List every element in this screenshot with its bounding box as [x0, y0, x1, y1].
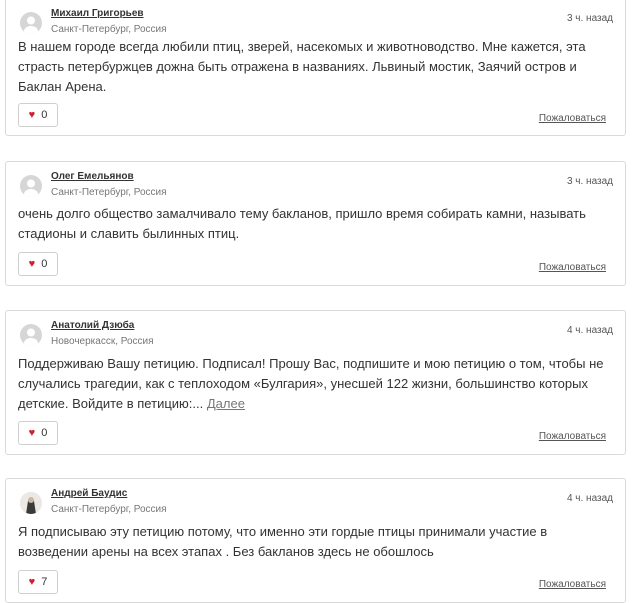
user-avatar-icon — [20, 492, 42, 514]
heart-icon: ♥ — [28, 257, 36, 270]
author-location: Новочеркасск, Россия — [51, 336, 154, 347]
author-location: Санкт-Петербург, Россия — [51, 504, 167, 515]
avatar[interactable] — [20, 492, 42, 514]
user-avatar-icon — [24, 179, 38, 197]
comment-time: 4 ч. назад — [566, 493, 613, 504]
like-count: 7 — [41, 576, 48, 588]
report-link[interactable]: Пожаловаться — [539, 431, 606, 442]
avatar[interactable] — [20, 324, 42, 346]
user-avatar-icon — [24, 328, 38, 346]
comment-card: Анатолий Дзюба Новочеркасск, Россия 4 ч.… — [5, 310, 626, 455]
author-name[interactable]: Олег Емельянов — [51, 171, 134, 182]
comment-body: Поддерживаю Вашу петицию. Подписал! Прош… — [18, 356, 604, 411]
heart-icon: ♥ — [28, 426, 36, 439]
heart-icon: ♥ — [28, 575, 36, 588]
comment-text: Поддерживаю Вашу петицию. Подписал! Прош… — [18, 354, 616, 414]
like-button[interactable]: ♥ 0 — [18, 103, 58, 127]
comment-text: очень долго общество замалчивало тему ба… — [18, 206, 586, 241]
like-button[interactable]: ♥ 0 — [18, 252, 58, 276]
comment-card: Михаил Григорьев Санкт-Петербург, Россия… — [5, 0, 626, 136]
comment-time: 3 ч. назад — [566, 13, 613, 24]
comment-text: В нашем городе всегда любили птиц, звере… — [18, 39, 586, 94]
author-name[interactable]: Михаил Григорьев — [51, 8, 144, 19]
comment-card: Олег Емельянов Санкт-Петербург, Россия 3… — [5, 161, 626, 286]
report-link[interactable]: Пожаловаться — [539, 113, 606, 124]
like-count: 0 — [41, 109, 48, 121]
comment-text: Я подписываю эту петицию потому, что име… — [18, 524, 548, 559]
author-location: Санкт-Петербург, Россия — [51, 24, 167, 35]
report-link[interactable]: Пожаловаться — [539, 579, 606, 590]
comment-time: 3 ч. назад — [566, 176, 613, 187]
user-avatar-icon — [24, 16, 38, 34]
comment-card: Андрей Баудис Санкт-Петербург, Россия 4 … — [5, 478, 626, 603]
report-link[interactable]: Пожаловаться — [539, 262, 606, 273]
author-name[interactable]: Анатолий Дзюба — [51, 320, 134, 331]
like-button[interactable]: ♥ 7 — [18, 570, 58, 594]
heart-icon: ♥ — [28, 108, 36, 121]
comment-time: 4 ч. назад — [566, 325, 613, 336]
author-location: Санкт-Петербург, Россия — [51, 187, 167, 198]
read-more-link[interactable]: Далее — [207, 396, 245, 411]
author-name[interactable]: Андрей Баудис — [51, 488, 127, 499]
like-button[interactable]: ♥ 0 — [18, 421, 58, 445]
like-count: 0 — [41, 258, 48, 270]
like-count: 0 — [41, 427, 48, 439]
avatar[interactable] — [20, 12, 42, 34]
avatar[interactable] — [20, 175, 42, 197]
